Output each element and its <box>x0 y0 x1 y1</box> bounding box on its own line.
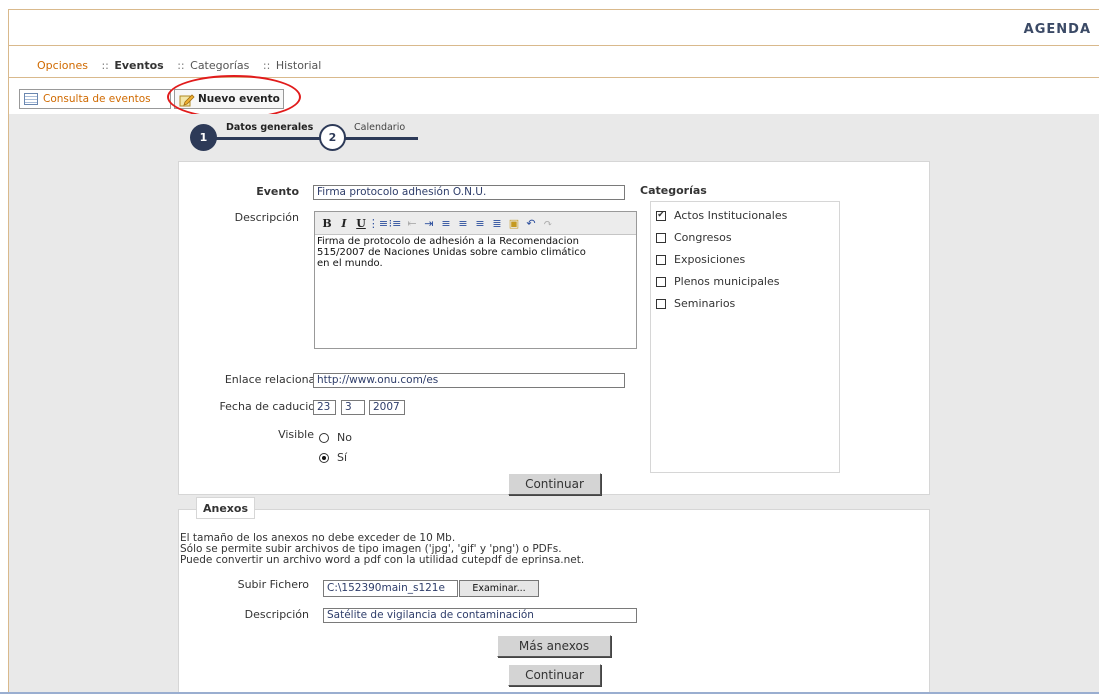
subir-fichero-label: Subir Fichero <box>237 578 309 591</box>
categoria-exposiciones[interactable]: Exposiciones <box>656 253 745 266</box>
menu-separator: :: <box>101 59 109 72</box>
menu-separator: :: <box>262 59 271 72</box>
evento-input[interactable]: Firma protocolo adhesión O.N.U. <box>313 185 625 200</box>
unordered-list-icon[interactable]: ⁝≡ <box>387 215 403 231</box>
categoria-label: Actos Institucionales <box>674 209 788 222</box>
menu-separator: :: <box>177 59 185 72</box>
app-title: AGENDA <box>1023 22 1091 37</box>
evento-label: Evento <box>256 185 299 198</box>
anexos-title: Anexos <box>196 497 256 519</box>
align-center-icon[interactable]: ≡ <box>455 215 471 231</box>
radio-button[interactable] <box>319 452 329 463</box>
underline-icon[interactable]: U <box>353 215 369 231</box>
menu-historial[interactable]: Historial <box>276 59 321 72</box>
categoria-plenos-municipales[interactable]: Plenos municipales <box>656 275 779 288</box>
tab-label: Consulta de eventos <box>43 93 151 105</box>
file-path-input[interactable]: C:\152390main_s121e <box>323 580 458 597</box>
examinar-button[interactable]: Examinar... <box>459 580 539 597</box>
visible-no-radio[interactable]: No <box>319 431 352 444</box>
categoria-label: Seminarios <box>674 297 736 310</box>
menu-eventos[interactable]: Eventos <box>114 59 163 72</box>
step-2-label[interactable]: Calendario <box>354 122 405 133</box>
outdent-icon[interactable]: ⇤ <box>404 215 420 231</box>
categoria-label: Congresos <box>674 231 732 244</box>
mas-anexos-button[interactable]: Más anexos <box>497 635 611 657</box>
justify-icon[interactable]: ≣ <box>489 215 505 231</box>
redo-icon[interactable]: ↷ <box>540 215 556 231</box>
categoria-label: Exposiciones <box>674 253 746 266</box>
anexo-descripcion-label: Descripción <box>244 608 309 621</box>
menu: Opciones :: Eventos :: Categorías :: His… <box>37 59 321 72</box>
radio-button[interactable] <box>319 432 329 443</box>
descripcion-label: Descripción <box>234 211 299 224</box>
wizard-steps: 1 Datos generales 2 Calendario <box>188 122 428 154</box>
checkbox[interactable] <box>656 232 666 243</box>
anexos-panel: El tamaño de los anexos no debe exceder … <box>178 509 930 692</box>
italic-icon[interactable]: I <box>336 215 352 231</box>
indent-icon[interactable]: ⇥ <box>421 215 437 231</box>
ordered-list-icon[interactable]: ⋮≡ <box>368 215 388 231</box>
checkbox[interactable] <box>656 298 666 309</box>
anexos-note: Puede convertir un archivo word a pdf co… <box>180 554 585 566</box>
visible-si-radio[interactable]: Sí <box>319 451 347 464</box>
align-left-icon[interactable]: ≡ <box>438 215 454 231</box>
editor-toolbar: B I U ⋮≡ ⁝≡ ⇤ ⇥ ≡ ≡ ≡ ≣ ▣ ↶ ↷ <box>315 212 636 235</box>
menu-categorias[interactable]: Categorías <box>190 59 249 72</box>
descripcion-textarea[interactable]: Firma de protocolo de adhesión a la Reco… <box>315 235 636 270</box>
header-bar: AGENDA <box>8 9 1099 46</box>
tab-consulta-eventos[interactable]: Consulta de eventos <box>19 89 171 109</box>
step-2-indicator[interactable]: 2 <box>319 124 346 151</box>
bottom-border <box>0 692 1099 694</box>
highlight-ellipse <box>167 75 301 119</box>
checkbox-checked[interactable]: ✔ <box>656 210 666 221</box>
anexo-descripcion-input[interactable]: Satélite de vigilancia de contaminación <box>323 608 637 623</box>
step-1-indicator: 1 <box>190 124 217 151</box>
visible-label: Visible <box>278 428 314 441</box>
wizard-progress-line <box>202 137 418 140</box>
categoria-seminarios[interactable]: Seminarios <box>656 297 735 310</box>
continuar-button[interactable]: Continuar <box>508 473 601 495</box>
categorias-title: Categorías <box>640 184 707 197</box>
categorias-box: ✔ Actos Institucionales Congresos Exposi… <box>650 201 840 473</box>
categoria-congresos[interactable]: Congresos <box>656 231 732 244</box>
categoria-label: Plenos municipales <box>674 275 780 288</box>
menu-bar: Opciones :: Eventos :: Categorías :: His… <box>8 46 1099 78</box>
bold-icon[interactable]: B <box>319 215 335 231</box>
categoria-actos-institucionales[interactable]: ✔ Actos Institucionales <box>656 209 787 222</box>
fecha-anio-input[interactable]: 2007 <box>369 400 405 415</box>
radio-label: No <box>337 431 352 444</box>
fecha-mes-input[interactable]: 3 <box>341 400 365 415</box>
table-icon <box>24 93 38 105</box>
anexos-continuar-button[interactable]: Continuar <box>508 664 601 686</box>
enlace-input[interactable]: http://www.onu.com/es <box>313 373 625 388</box>
undo-icon[interactable]: ↶ <box>523 215 539 231</box>
checkbox[interactable] <box>656 254 666 265</box>
step-1-label: Datos generales <box>226 122 314 133</box>
menu-opciones[interactable]: Opciones <box>37 59 88 72</box>
fecha-dia-input[interactable]: 23 <box>313 400 336 415</box>
paste-icon[interactable]: ▣ <box>506 215 522 231</box>
radio-label: Sí <box>337 451 348 464</box>
align-right-icon[interactable]: ≡ <box>472 215 488 231</box>
datos-generales-panel: Evento Firma protocolo adhesión O.N.U. D… <box>178 161 930 495</box>
checkbox[interactable] <box>656 276 666 287</box>
rich-text-editor[interactable]: B I U ⋮≡ ⁝≡ ⇤ ⇥ ≡ ≡ ≡ ≣ ▣ ↶ ↷ Firma de p… <box>314 211 637 349</box>
